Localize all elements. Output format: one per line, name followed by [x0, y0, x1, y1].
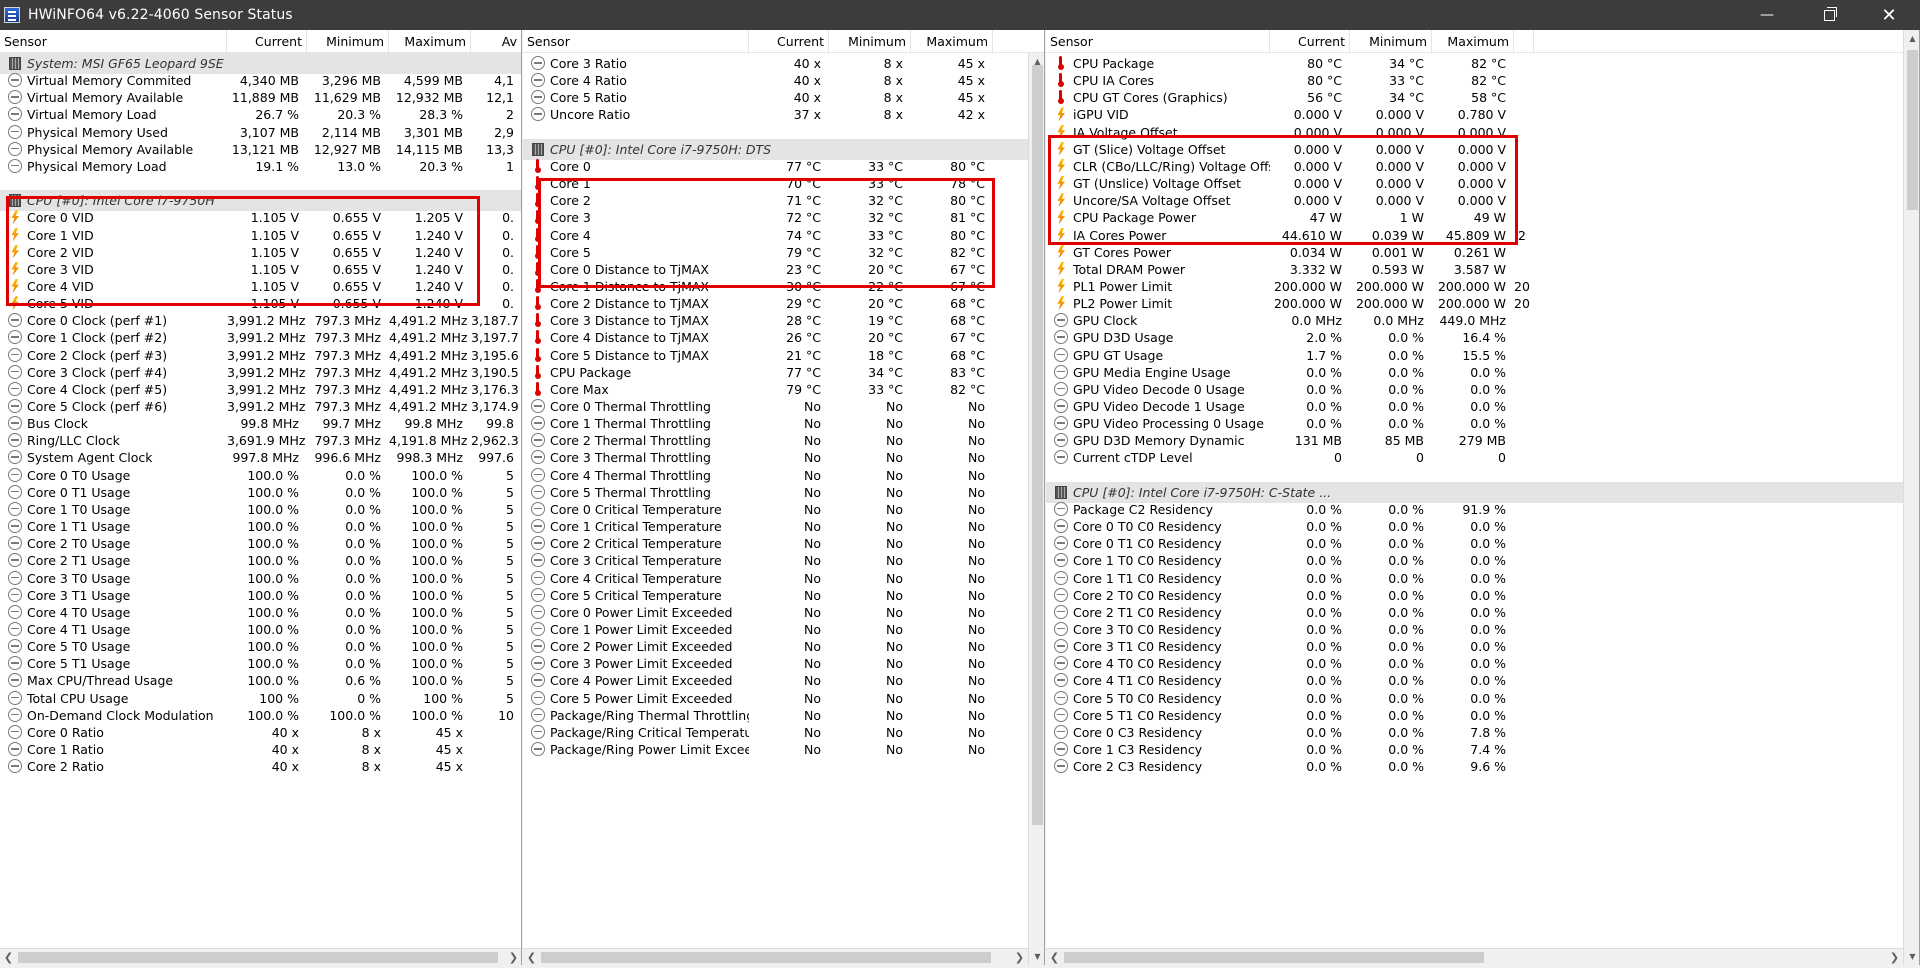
hwinfo-app-icon — [4, 7, 20, 23]
horizontal-scrollbar[interactable]: ❮ ❯ — [523, 948, 1028, 965]
sensor-value-min: No — [886, 742, 903, 757]
sensor-name: Core 2 Ratio — [27, 759, 104, 775]
sensor-panel-3[interactable]: Sensor Current Minimum Maximum CPU Package 80… — [1046, 30, 1920, 965]
column-header-maximum[interactable]: Maximum — [911, 30, 993, 53]
column-header: Sensor Current Minimum Maximum Av — [0, 30, 521, 53]
column-header-current[interactable]: Current — [227, 30, 307, 53]
vertical-scrollbar[interactable]: ▲ ▼ — [1028, 53, 1044, 965]
column-header-minimum[interactable]: Minimum — [1350, 30, 1432, 53]
sensor-panel-2[interactable]: Sensor Current Minimum Maximum Core 3 Ratio 4… — [523, 30, 1045, 965]
horizontal-scrollbar[interactable]: ❮ ❯ — [0, 948, 521, 965]
sensor-value-min: 8 x — [361, 759, 381, 775]
scroll-right-arrow-icon[interactable]: ❯ — [1011, 949, 1028, 965]
sensor-row[interactable]: Core 2 C3 Residency 0.0 % 0.0 % 9.6 % — [1046, 756, 1919, 777]
horizontal-scroll-thumb[interactable] — [18, 952, 498, 963]
column-header-current[interactable]: Current — [1270, 30, 1350, 53]
horizontal-scroll-thumb[interactable] — [1064, 952, 1484, 963]
title-bar: HWiNFO64 v6.22-4060 Sensor Status — ✕ — [0, 0, 1920, 30]
column-header-maximum[interactable]: Maximum — [1432, 30, 1514, 53]
sensor-row[interactable]: Package/Ring Power Limit Exceeded No No No — [523, 739, 1044, 760]
column-header-current[interactable]: Current — [749, 30, 829, 53]
sensor-panel-1[interactable]: Sensor Current Minimum Maximum Av System: MSI… — [0, 30, 522, 965]
horizontal-scrollbar[interactable]: ❮ ❯ — [1046, 948, 1903, 965]
sensor-value-avg — [1514, 756, 1534, 777]
restore-icon — [1823, 6, 1837, 21]
sensor-value-max: No — [968, 742, 985, 757]
column-header-minimum[interactable]: Minimum — [307, 30, 389, 53]
sensor-name: Package/Ring Power Limit Exceeded — [550, 742, 749, 757]
sensor-value-min: 0.0 % — [1388, 759, 1424, 775]
column-header-average[interactable]: Av — [471, 30, 521, 53]
sensor-name: Core 2 C3 Residency — [1073, 759, 1203, 775]
column-header-maximum[interactable]: Maximum — [389, 30, 471, 53]
sensor-value-max: 9.6 % — [1470, 759, 1506, 775]
column-header-average[interactable] — [1514, 30, 1534, 53]
minimize-button[interactable]: — — [1744, 0, 1790, 30]
scroll-right-arrow-icon[interactable]: ❯ — [505, 949, 521, 965]
column-header: Sensor Current Minimum Maximum — [523, 30, 1044, 53]
scroll-left-arrow-icon[interactable]: ❮ — [523, 949, 540, 965]
column-header-sensor[interactable]: Sensor — [1046, 30, 1270, 53]
scroll-left-arrow-icon[interactable]: ❮ — [1046, 949, 1063, 965]
window-title: HWiNFO64 v6.22-4060 Sensor Status — [28, 7, 293, 23]
sensor-row[interactable]: Core 2 Ratio 40 x 8 x 45 x — [0, 756, 521, 777]
scroll-down-arrow-icon[interactable]: ▼ — [1029, 948, 1044, 965]
sensor-value-cur: 0.0 % — [1306, 759, 1342, 775]
vertical-scroll-thumb[interactable] — [1907, 50, 1918, 210]
maximize-button[interactable] — [1806, 0, 1852, 30]
sensor-value-cur: No — [804, 742, 821, 757]
sensor-value-max: 45 x — [435, 759, 463, 775]
vertical-scrollbar[interactable]: ▲ ▼ — [1903, 30, 1919, 965]
scroll-right-arrow-icon[interactable]: ❯ — [1886, 949, 1903, 965]
column-header-sensor[interactable]: Sensor — [523, 30, 749, 53]
horizontal-scroll-thumb[interactable] — [541, 952, 991, 963]
sensor-value-cur: 40 x — [271, 759, 299, 775]
scroll-down-arrow-icon[interactable]: ▼ — [1904, 948, 1919, 965]
column-header-minimum[interactable]: Minimum — [829, 30, 911, 53]
close-button[interactable]: ✕ — [1866, 0, 1912, 30]
column-header-sensor[interactable]: Sensor — [0, 30, 227, 53]
column-header: Sensor Current Minimum Maximum — [1046, 30, 1919, 53]
sensor-value-avg — [471, 756, 521, 777]
scroll-up-arrow-icon[interactable]: ▲ — [1904, 30, 1919, 47]
vertical-scroll-thumb[interactable] — [1032, 65, 1043, 825]
scroll-left-arrow-icon[interactable]: ❮ — [0, 949, 17, 965]
